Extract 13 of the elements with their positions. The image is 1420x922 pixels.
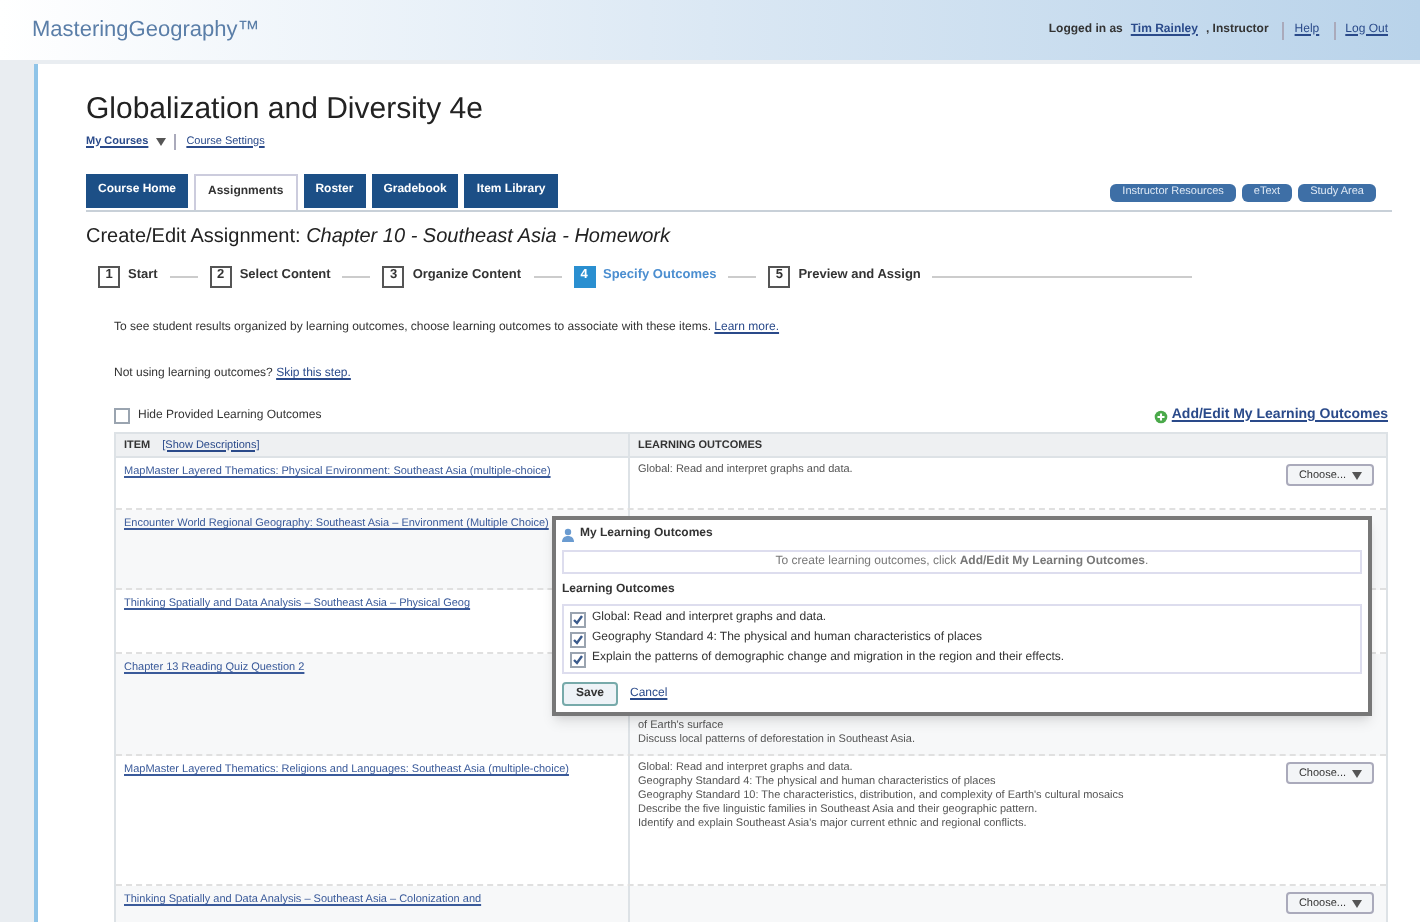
checkbox[interactable] (114, 408, 130, 424)
checkbox[interactable] (570, 631, 586, 647)
plus-circle-icon (1153, 409, 1168, 423)
course-title: Globalization and Diversity 4e (86, 90, 485, 130)
checkbox[interactable] (570, 611, 586, 627)
caret-icon (1352, 471, 1362, 480)
caret-icon (1352, 769, 1362, 778)
checkbox[interactable] (570, 651, 586, 667)
caret-icon (156, 137, 167, 146)
caret-icon (1352, 899, 1362, 908)
logo: MasteringGeography™ (32, 15, 260, 46)
assignment-heading: Create/Edit Assignment: Chapter 10 - Southeast Asia - Homework (86, 223, 673, 252)
person-icon (562, 528, 574, 542)
